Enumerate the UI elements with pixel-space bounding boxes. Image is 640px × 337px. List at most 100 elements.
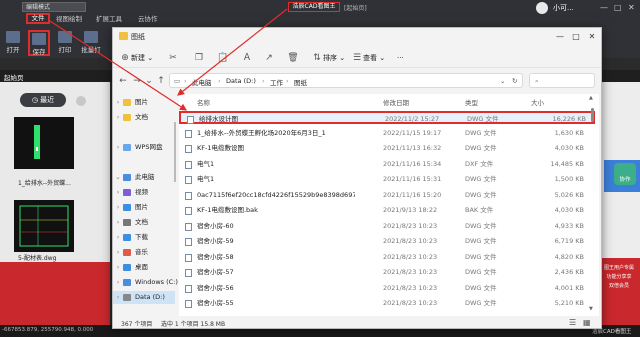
address-bar[interactable]: ▭ › 此电脑 › Data (D:) › 工作 › 图纸 ⌄ ↻	[169, 73, 523, 88]
promo-banner-right[interactable]: 图王用户专属 功能分享享 双倍会员	[598, 258, 640, 325]
close-icon[interactable]: ✕	[585, 31, 599, 43]
breadcrumb-drawings[interactable]: 图纸	[294, 77, 307, 87]
chevron-right-icon[interactable]	[76, 96, 86, 106]
close-icon[interactable]: ✕	[628, 3, 635, 12]
chevron-icon[interactable]: ⌄	[114, 171, 122, 184]
breadcrumb-drive[interactable]: Data (D:)	[226, 77, 256, 85]
nav-item[interactable]: › 图片	[113, 201, 175, 214]
column-header-type[interactable]: 类型	[465, 97, 478, 107]
recent-button[interactable]: ◷ 最近	[20, 93, 66, 107]
refresh-icon[interactable]: ↻	[512, 77, 517, 85]
nav-item[interactable]: ⌄ 此电脑	[113, 171, 175, 184]
scrollbar[interactable]	[174, 122, 176, 182]
chevron-icon[interactable]: ›	[114, 141, 122, 154]
chevron-icon[interactable]: ›	[114, 111, 122, 124]
table-row[interactable]: 宿舍小房-57 2021/8/23 10:23 DWG 文件 2,436 KB	[179, 266, 595, 279]
column-header-name[interactable]: 名称	[197, 97, 210, 107]
column-header-size[interactable]: 大小	[531, 97, 544, 107]
paste-button[interactable]: 📋	[217, 51, 229, 65]
nav-item[interactable]: › 文档	[113, 111, 175, 124]
nav-item[interactable]: › 桌面	[113, 261, 175, 274]
nav-item[interactable]: › 文档	[113, 216, 175, 229]
back-icon[interactable]: ←	[117, 74, 129, 88]
maximize-icon[interactable]: □	[569, 31, 583, 43]
up-icon[interactable]: ↑	[155, 74, 167, 88]
tiles-view-icon[interactable]: ▦	[583, 318, 593, 328]
folder-icon	[123, 114, 131, 121]
maximize-icon[interactable]: □	[614, 3, 622, 12]
scroll-down-icon[interactable]: ▼	[589, 306, 593, 312]
chevron-icon[interactable]: ›	[114, 261, 122, 274]
delete-button[interactable]: 🗑	[287, 51, 299, 65]
nav-item[interactable]: › 视频	[113, 186, 175, 199]
chevron-icon[interactable]: ›	[114, 231, 122, 244]
view-button[interactable]: ☰ 查看 ⌄	[351, 51, 385, 65]
minimize-icon[interactable]: —	[553, 31, 567, 43]
recent-thumbnail[interactable]	[14, 200, 74, 252]
chevron-icon[interactable]: ›	[114, 96, 122, 109]
minimize-icon[interactable]: —	[600, 3, 608, 12]
rename-button[interactable]: Ａ	[241, 51, 253, 65]
table-row[interactable]: KF-1电缆敷设图.bak 2021/9/13 18:22 BAK 文件 4,030 …	[179, 204, 595, 217]
table-row[interactable]: 宿舍小房-55 2021/8/23 10:23 DWG 文件 5,210 KB	[179, 297, 595, 310]
nav-item[interactable]: › Windows (C:)	[113, 276, 178, 289]
menu-view-draw[interactable]: 视图绘制	[56, 14, 82, 24]
table-row[interactable]: 1_给排水--外贸蝶王孵化场2020年6月3日_1 2022/11/15 19:1…	[179, 127, 595, 140]
table-row[interactable]: KF-1电缆敷设图 2021/11/13 16:32 DWG 文件 4,030 KB	[179, 142, 595, 155]
promo-banner[interactable]	[0, 262, 110, 325]
collab-badge[interactable]: 协作	[614, 163, 636, 185]
chevron-icon[interactable]: ›	[114, 186, 122, 199]
breadcrumb-work[interactable]: 工作	[270, 77, 283, 87]
open-button[interactable]: 打开	[2, 30, 24, 56]
nav-item[interactable]: › 音乐	[113, 246, 175, 259]
user-name[interactable]: 小可...	[553, 3, 574, 13]
file-size: 6,719 KB	[554, 237, 584, 245]
scrollbar[interactable]	[590, 104, 595, 316]
menu-extensions[interactable]: 扩展工具	[96, 14, 122, 24]
details-view-icon[interactable]: ☰	[569, 318, 579, 328]
print-button[interactable]: 打印	[54, 30, 76, 56]
chevron-down-icon[interactable]: ⌄	[143, 74, 155, 88]
table-row[interactable]: 宿舍小房-60 2021/8/23 10:23 DWG 文件 4,933 KB	[179, 220, 595, 233]
table-row[interactable]: 给排水设计图 2022/11/2 15:27 DWG 文件 16,226 KB	[179, 111, 595, 124]
recent-thumbnail[interactable]	[14, 117, 74, 169]
mode-select[interactable]: 编辑模式	[22, 2, 86, 12]
tab-start-page[interactable]: 起始页	[4, 72, 24, 82]
new-button[interactable]: ⊕ 新建 ⌄	[119, 51, 153, 65]
menu-file[interactable]: 文件	[26, 13, 50, 24]
breadcrumb-pc[interactable]: 此电脑	[192, 77, 212, 87]
scroll-up-icon[interactable]: ▲	[589, 95, 593, 101]
forward-icon[interactable]: →	[131, 74, 143, 88]
chevron-icon[interactable]: ›	[114, 276, 122, 289]
more-button[interactable]: ···	[397, 51, 404, 65]
nav-item[interactable]: › WPS网盘	[113, 141, 175, 154]
nav-item[interactable]: › Data (D:)	[113, 291, 175, 304]
scrollbar-thumb[interactable]	[591, 108, 594, 122]
cut-button[interactable]: ✂	[167, 51, 179, 65]
chevron-icon[interactable]: ›	[114, 201, 122, 214]
copy-button[interactable]: ❐	[193, 51, 205, 65]
printer-icon	[58, 31, 72, 43]
sort-button[interactable]: ⇅ 排序 ⌄	[311, 51, 345, 65]
chevron-down-icon[interactable]: ⌄	[500, 77, 505, 85]
column-header-date[interactable]: 修改日期	[383, 97, 409, 107]
dialog-titlebar[interactable]	[113, 28, 601, 46]
menu-cloud[interactable]: 云协作	[138, 14, 158, 24]
nav-item[interactable]: › 下载	[113, 231, 175, 244]
table-row[interactable]: 0ac7115f6ef20cc18cfd4226f15529b9e8398d69…	[179, 189, 595, 202]
chevron-icon[interactable]: ›	[114, 246, 122, 259]
table-row[interactable]: 宿舍小房-59 2021/8/23 10:23 DWG 文件 6,719 KB	[179, 235, 595, 248]
avatar[interactable]	[536, 2, 548, 14]
item-count: 367 个项目	[121, 321, 153, 328]
table-row[interactable]: 电气1 2021/11/16 15:31 DWG 文件 1,500 KB	[179, 173, 595, 186]
table-row[interactable]: 宿舍小房-56 2021/8/23 10:23 DWG 文件 4,001 KB	[179, 282, 595, 295]
save-button[interactable]: 保存	[28, 30, 50, 56]
nav-item[interactable]: › 图片	[113, 96, 175, 109]
chevron-icon[interactable]: ›	[114, 291, 122, 304]
table-row[interactable]: 宿舍小房-58 2021/8/23 10:23 DWG 文件 4,820 KB	[179, 251, 595, 264]
share-button[interactable]: ↗	[263, 51, 275, 65]
table-row[interactable]: 电气1 2021/11/16 15:34 DXF 文件 14,485 KB	[179, 158, 595, 171]
batch-print-button[interactable]: 批量打	[80, 30, 102, 56]
chevron-icon[interactable]: ›	[114, 216, 122, 229]
search-input[interactable]: ⌕	[529, 73, 595, 88]
